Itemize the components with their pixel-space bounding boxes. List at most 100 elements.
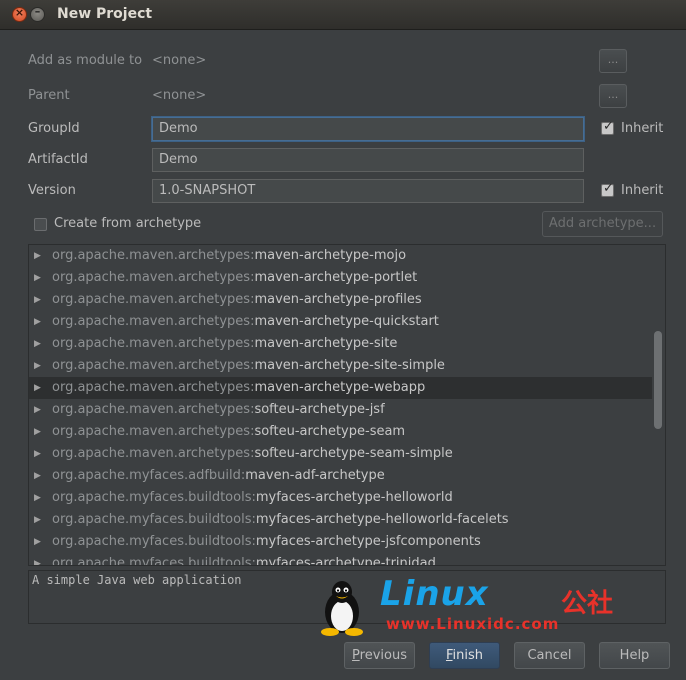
- close-icon: ×: [14, 6, 25, 19]
- cancel-label: Cancel: [527, 648, 572, 663]
- archetype-group: org.apache.maven.archetypes:: [52, 336, 255, 351]
- expand-arrow-icon[interactable]: ▶: [34, 355, 41, 377]
- groupid-inherit-label: Inherit: [621, 121, 664, 136]
- archetype-artifact: softeu-archetype-jsf: [254, 402, 385, 417]
- close-window-button[interactable]: ×: [12, 6, 27, 22]
- watermark-url: www.Linuxidc.com: [386, 615, 560, 633]
- archetype-coordinate: org.apache.myfaces.adfbuild:maven-adf-ar…: [52, 465, 385, 487]
- archetype-row[interactable]: ▶ org.apache.maven.archetypes:maven-arche…: [29, 245, 652, 267]
- archetype-group: org.apache.maven.archetypes:: [52, 402, 255, 417]
- parent-value: <none>: [152, 88, 207, 103]
- archetype-artifact: myfaces-archetype-jsfcomponents: [255, 534, 481, 549]
- archetype-row[interactable]: ▶ org.apache.maven.archetypes:maven-arche…: [29, 311, 652, 333]
- archetype-artifact: maven-archetype-portlet: [254, 270, 418, 285]
- minimize-icon: –: [34, 5, 41, 18]
- cancel-button[interactable]: Cancel: [514, 642, 585, 669]
- archetype-row[interactable]: ▶ org.apache.maven.archetypes:softeu-arch…: [29, 399, 652, 421]
- help-button[interactable]: Help: [599, 642, 670, 669]
- archetype-coordinate: org.apache.myfaces.buildtools:myfaces-ar…: [52, 553, 436, 566]
- expand-arrow-icon[interactable]: ▶: [34, 333, 41, 355]
- finish-button[interactable]: Finish: [429, 642, 500, 669]
- parent-label: Parent: [28, 88, 70, 103]
- archetype-coordinate: org.apache.myfaces.buildtools:myfaces-ar…: [52, 509, 509, 531]
- archetype-artifact: softeu-archetype-seam: [254, 424, 406, 439]
- check-icon: ✓: [603, 119, 614, 134]
- expand-arrow-icon[interactable]: ▶: [34, 245, 41, 267]
- parent-browse-button[interactable]: ...: [599, 84, 627, 108]
- archetype-list[interactable]: ▶ org.apache.myfaces.buildtools:myfaces-a…: [28, 244, 666, 566]
- scrollbar-thumb[interactable]: [654, 331, 662, 429]
- archetype-row[interactable]: ▶ org.apache.maven.archetypes:maven-arche…: [29, 377, 652, 399]
- archetype-group: org.apache.myfaces.adfbuild:: [52, 468, 246, 483]
- archetype-row[interactable]: ▶ org.apache.myfaces.buildtools:myfaces-a…: [29, 509, 652, 531]
- archetype-group: org.apache.myfaces.buildtools:: [52, 534, 256, 549]
- archetype-group: org.apache.maven.archetypes:: [52, 446, 255, 461]
- penguin-logo: [321, 581, 363, 636]
- archetype-coordinate: org.apache.maven.archetypes:maven-archet…: [52, 289, 422, 311]
- archetype-row[interactable]: ▶ org.apache.maven.archetypes:maven-arche…: [29, 267, 652, 289]
- archetype-artifact: myfaces-archetype-trinidad: [255, 556, 436, 566]
- window-title: New Project: [57, 6, 153, 22]
- expand-arrow-icon[interactable]: ▶: [34, 289, 41, 311]
- archetype-coordinate: org.apache.maven.archetypes:maven-archet…: [52, 333, 397, 355]
- artifactid-input[interactable]: Demo: [152, 148, 584, 172]
- module-label: Add as module to: [28, 53, 143, 68]
- archetype-artifact: myfaces-archetype-helloworld: [255, 490, 453, 505]
- archetype-coordinate: org.apache.myfaces.buildtools:myfaces-ar…: [52, 531, 481, 553]
- version-label: Version: [28, 183, 76, 198]
- archetype-row[interactable]: ▶ org.apache.maven.archetypes:softeu-arch…: [29, 443, 652, 465]
- watermark-brand: Linux: [380, 574, 489, 614]
- groupid-inherit-checkbox[interactable]: ✓: [601, 119, 614, 135]
- archetype-group: org.apache.maven.archetypes:: [52, 248, 255, 263]
- watermark: Linux 公社 www.Linuxidc.com: [306, 574, 646, 638]
- archetype-artifact: maven-archetype-webapp: [254, 380, 426, 395]
- expand-arrow-icon[interactable]: ▶: [34, 311, 41, 333]
- archetype-group: org.apache.maven.archetypes:: [52, 270, 255, 285]
- archetype-group: org.apache.myfaces.buildtools:: [52, 512, 256, 527]
- expand-arrow-icon[interactable]: ▶: [34, 377, 41, 399]
- previous-button[interactable]: Previous: [344, 642, 415, 669]
- expand-arrow-icon[interactable]: ▶: [34, 553, 41, 565]
- archetype-row[interactable]: ▶ org.apache.myfaces.buildtools:myfaces-a…: [29, 553, 652, 566]
- archetype-coordinate: org.apache.myfaces.buildtools:myfaces-ar…: [52, 487, 453, 509]
- archetype-coordinate: org.apache.maven.archetypes:maven-archet…: [52, 355, 445, 377]
- title-bar: × – New Project: [0, 0, 686, 30]
- archetype-artifact: maven-archetype-quickstart: [254, 314, 439, 329]
- groupid-input[interactable]: Demo: [152, 117, 584, 141]
- expand-arrow-icon[interactable]: ▶: [34, 267, 41, 289]
- expand-arrow-icon[interactable]: ▶: [34, 531, 41, 553]
- archetype-row[interactable]: ▶ org.apache.maven.archetypes:maven-arche…: [29, 289, 652, 311]
- archetype-group: org.apache.maven.archetypes:: [52, 314, 255, 329]
- expand-arrow-icon[interactable]: ▶: [34, 399, 41, 421]
- help-label: Help: [619, 648, 650, 663]
- archetype-coordinate: org.apache.maven.archetypes:maven-archet…: [52, 311, 439, 333]
- minimize-window-button[interactable]: –: [30, 5, 45, 22]
- archetype-row[interactable]: ▶ org.apache.maven.archetypes:softeu-arch…: [29, 421, 652, 443]
- version-input[interactable]: 1.0-SNAPSHOT: [152, 179, 584, 203]
- archetype-artifact: maven-archetype-site-simple: [254, 358, 445, 373]
- expand-arrow-icon[interactable]: ▶: [34, 487, 41, 509]
- check-icon: ✓: [603, 181, 614, 196]
- archetype-row[interactable]: ▶ org.apache.myfaces.buildtools:myfaces-a…: [29, 487, 652, 509]
- create-from-archetype-label: Create from archetype: [54, 216, 202, 231]
- expand-arrow-icon[interactable]: ▶: [34, 443, 41, 465]
- archetype-coordinate: org.apache.maven.archetypes:maven-archet…: [52, 245, 406, 267]
- module-browse-button[interactable]: ...: [599, 49, 627, 73]
- archetype-row[interactable]: ▶ org.apache.maven.archetypes:maven-arche…: [29, 333, 652, 355]
- previous-label: Previous: [352, 648, 407, 663]
- archetype-row[interactable]: ▶ org.apache.myfaces.buildtools:myfaces-a…: [29, 531, 652, 553]
- create-from-archetype-checkbox[interactable]: [34, 218, 47, 231]
- version-inherit-checkbox[interactable]: ✓: [601, 181, 614, 197]
- add-archetype-button[interactable]: Add archetype...: [542, 211, 663, 237]
- archetype-artifact: maven-archetype-profiles: [254, 292, 422, 307]
- archetype-row[interactable]: ▶ org.apache.maven.archetypes:maven-arche…: [29, 355, 652, 377]
- expand-arrow-icon[interactable]: ▶: [34, 509, 41, 531]
- expand-arrow-icon[interactable]: ▶: [34, 465, 41, 487]
- archetype-row[interactable]: ▶ org.apache.myfaces.adfbuild:maven-adf-a…: [29, 465, 652, 487]
- expand-arrow-icon[interactable]: ▶: [34, 421, 41, 443]
- archetype-coordinate: org.apache.maven.archetypes:maven-archet…: [52, 377, 425, 399]
- archetype-group: org.apache.maven.archetypes:: [52, 292, 255, 307]
- archetype-coordinate: org.apache.maven.archetypes:softeu-arche…: [52, 443, 453, 465]
- archetype-coordinate: org.apache.maven.archetypes:softeu-arche…: [52, 399, 385, 421]
- version-inherit-label: Inherit: [621, 183, 664, 198]
